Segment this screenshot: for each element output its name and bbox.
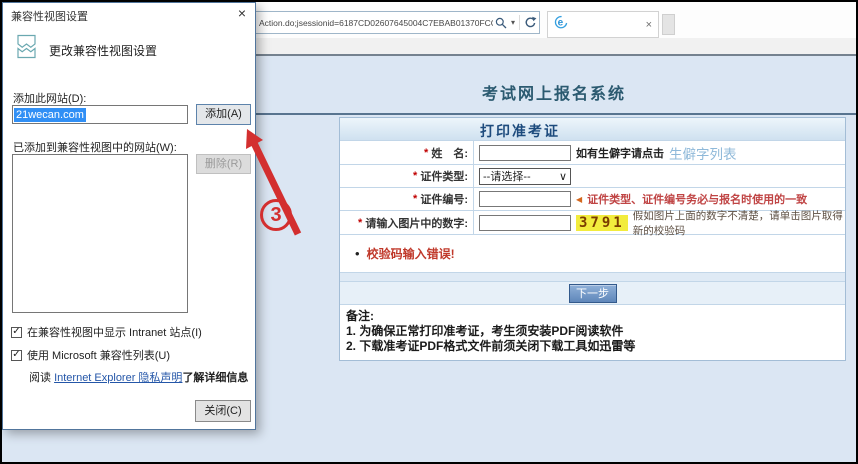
captcha-input[interactable] (479, 215, 571, 231)
captcha-label-cell: * 请输入图片中的数字: (340, 211, 474, 234)
captcha-row: * 请输入图片中的数字: 3791 假如图片上面的数字不清楚，请单击图片取得新的… (340, 210, 845, 234)
added-sites-label: 已添加到兼容性视图中的网站(W): (13, 139, 177, 155)
compatibility-view-dialog: 兼容性视图设置 × 更改兼容性视图设置 添加此网站(D): 21wecan.co… (2, 2, 256, 430)
name-row: * 姓 名: 如有生僻字请点击 生僻字列表 (340, 140, 845, 164)
name-input[interactable] (479, 145, 571, 161)
id-number-label-cell: * 证件编号: (340, 188, 474, 210)
new-tab-button[interactable] (662, 14, 675, 35)
dialog-header: 更改兼容性视图设置 (49, 42, 157, 59)
id-number-label: 证件编号: (420, 191, 468, 207)
svg-text:e: e (558, 18, 564, 29)
id-type-row: * 证件类型: --请选择-- ∨ (340, 164, 845, 187)
delete-button: 删除(R) (196, 154, 251, 174)
notes-title: 备注: (346, 309, 839, 324)
id-type-select-value: --请选择-- (483, 168, 531, 184)
required-asterisk: * (413, 170, 417, 182)
name-label-cell: * 姓 名: (340, 141, 474, 164)
print-ticket-form: 打印准考证 * 姓 名: 如有生僻字请点击 生僻字列表 * 证件类型: (339, 117, 846, 361)
privacy-suffix: 了解详细信息 (182, 372, 248, 384)
privacy-statement-line: 阅读 Internet Explorer 隐私声明了解详细信息 (29, 369, 248, 385)
intranet-checkbox-label: 在兼容性视图中显示 Intranet 站点(I) (27, 324, 202, 340)
id-type-select[interactable]: --请选择-- ∨ (479, 168, 571, 185)
error-message: 校验码输入错误! (367, 245, 455, 262)
notes-section: 备注: 1. 为确保正常打印准考证，考生须安装PDF阅读软件 2. 下载准考证P… (340, 304, 845, 360)
required-asterisk: * (413, 193, 417, 205)
captcha-image[interactable]: 3791 (576, 215, 628, 231)
chevron-down-icon: ∨ (559, 170, 567, 183)
note-line-1: 1. 为确保正常打印准考证，考生须安装PDF阅读软件 (346, 324, 839, 339)
ie-icon: e (554, 15, 568, 34)
search-dropdown-icon[interactable]: ▾ (509, 18, 517, 27)
browser-tab[interactable]: e × (547, 11, 659, 38)
step-number: 3 (270, 204, 281, 227)
form-header-bar: 打印准考证 (340, 118, 845, 140)
privacy-prefix: 阅读 (29, 372, 54, 384)
step-number-badge: 3 (260, 199, 292, 231)
name-hint-text: 如有生僻字请点击 (576, 145, 664, 161)
site-input-selected-text: 21wecan.com (14, 108, 86, 122)
ms-list-checkbox[interactable]: ✓ (11, 350, 22, 361)
required-asterisk: * (358, 217, 362, 229)
error-row: • 校验码输入错误! (340, 234, 845, 272)
rare-character-list-link[interactable]: 生僻字列表 (669, 143, 737, 163)
dialog-title: 兼容性视图设置 (11, 8, 88, 24)
required-asterisk: * (424, 147, 428, 159)
id-type-field-cell: --请选择-- ∨ (474, 165, 845, 187)
dialog-close-icon[interactable]: × (238, 5, 246, 21)
add-site-label: 添加此网站(D): (13, 90, 86, 106)
left-pointer-icon: ◀ (576, 195, 582, 204)
page-title: 考试网上报名系统 (454, 80, 654, 104)
id-number-input[interactable] (479, 191, 571, 207)
next-step-button[interactable]: 下一步 (569, 284, 617, 303)
form-header-title: 打印准考证 (480, 121, 560, 141)
address-bar[interactable]: Action.do;jsessionid=6187CD02607645004C7… (242, 11, 540, 34)
tab-close-icon[interactable]: × (646, 19, 652, 31)
id-type-label-cell: * 证件类型: (340, 165, 474, 187)
name-label: 姓 名: (431, 145, 468, 161)
search-icon[interactable] (493, 17, 509, 29)
compatibility-view-icon (16, 34, 37, 62)
url-text[interactable]: Action.do;jsessionid=6187CD02607645004C7… (243, 18, 493, 28)
form-spacer-strip (340, 272, 845, 281)
close-button[interactable]: 关闭(C) (195, 400, 251, 422)
intranet-checkbox-row[interactable]: ✓ 在兼容性视图中显示 Intranet 站点(I) (11, 324, 202, 340)
button-row: 下一步 (340, 281, 845, 304)
intranet-checkbox[interactable]: ✓ (11, 327, 22, 338)
added-sites-listbox[interactable] (12, 154, 188, 313)
name-field-cell: 如有生僻字请点击 生僻字列表 (474, 141, 845, 164)
add-button[interactable]: 添加(A) (196, 104, 251, 125)
address-bar-divider (519, 15, 520, 30)
captcha-label: 请输入图片中的数字: (365, 215, 468, 231)
ms-list-checkbox-row[interactable]: ✓ 使用 Microsoft 兼容性列表(U) (11, 347, 170, 363)
ms-list-checkbox-label: 使用 Microsoft 兼容性列表(U) (27, 347, 170, 363)
id-type-label: 证件类型: (420, 168, 468, 184)
captcha-hint: 假如图片上面的数字不清楚，请单击图片取得新的校验码 (633, 208, 845, 238)
screenshot-root: Action.do;jsessionid=6187CD02607645004C7… (0, 0, 858, 464)
privacy-statement-link[interactable]: Internet Explorer 隐私声明 (54, 372, 182, 384)
id-number-hint: 证件类型、证件编号务必与报名时使用的一致 (587, 191, 807, 207)
note-line-2: 2. 下载准考证PDF格式文件前须关闭下载工具如迅雷等 (346, 339, 839, 354)
bullet-icon: • (355, 246, 360, 261)
site-input[interactable]: 21wecan.com (12, 105, 188, 124)
captcha-field-cell: 3791 假如图片上面的数字不清楚，请单击图片取得新的校验码 (474, 211, 845, 234)
refresh-icon[interactable] (522, 16, 539, 29)
